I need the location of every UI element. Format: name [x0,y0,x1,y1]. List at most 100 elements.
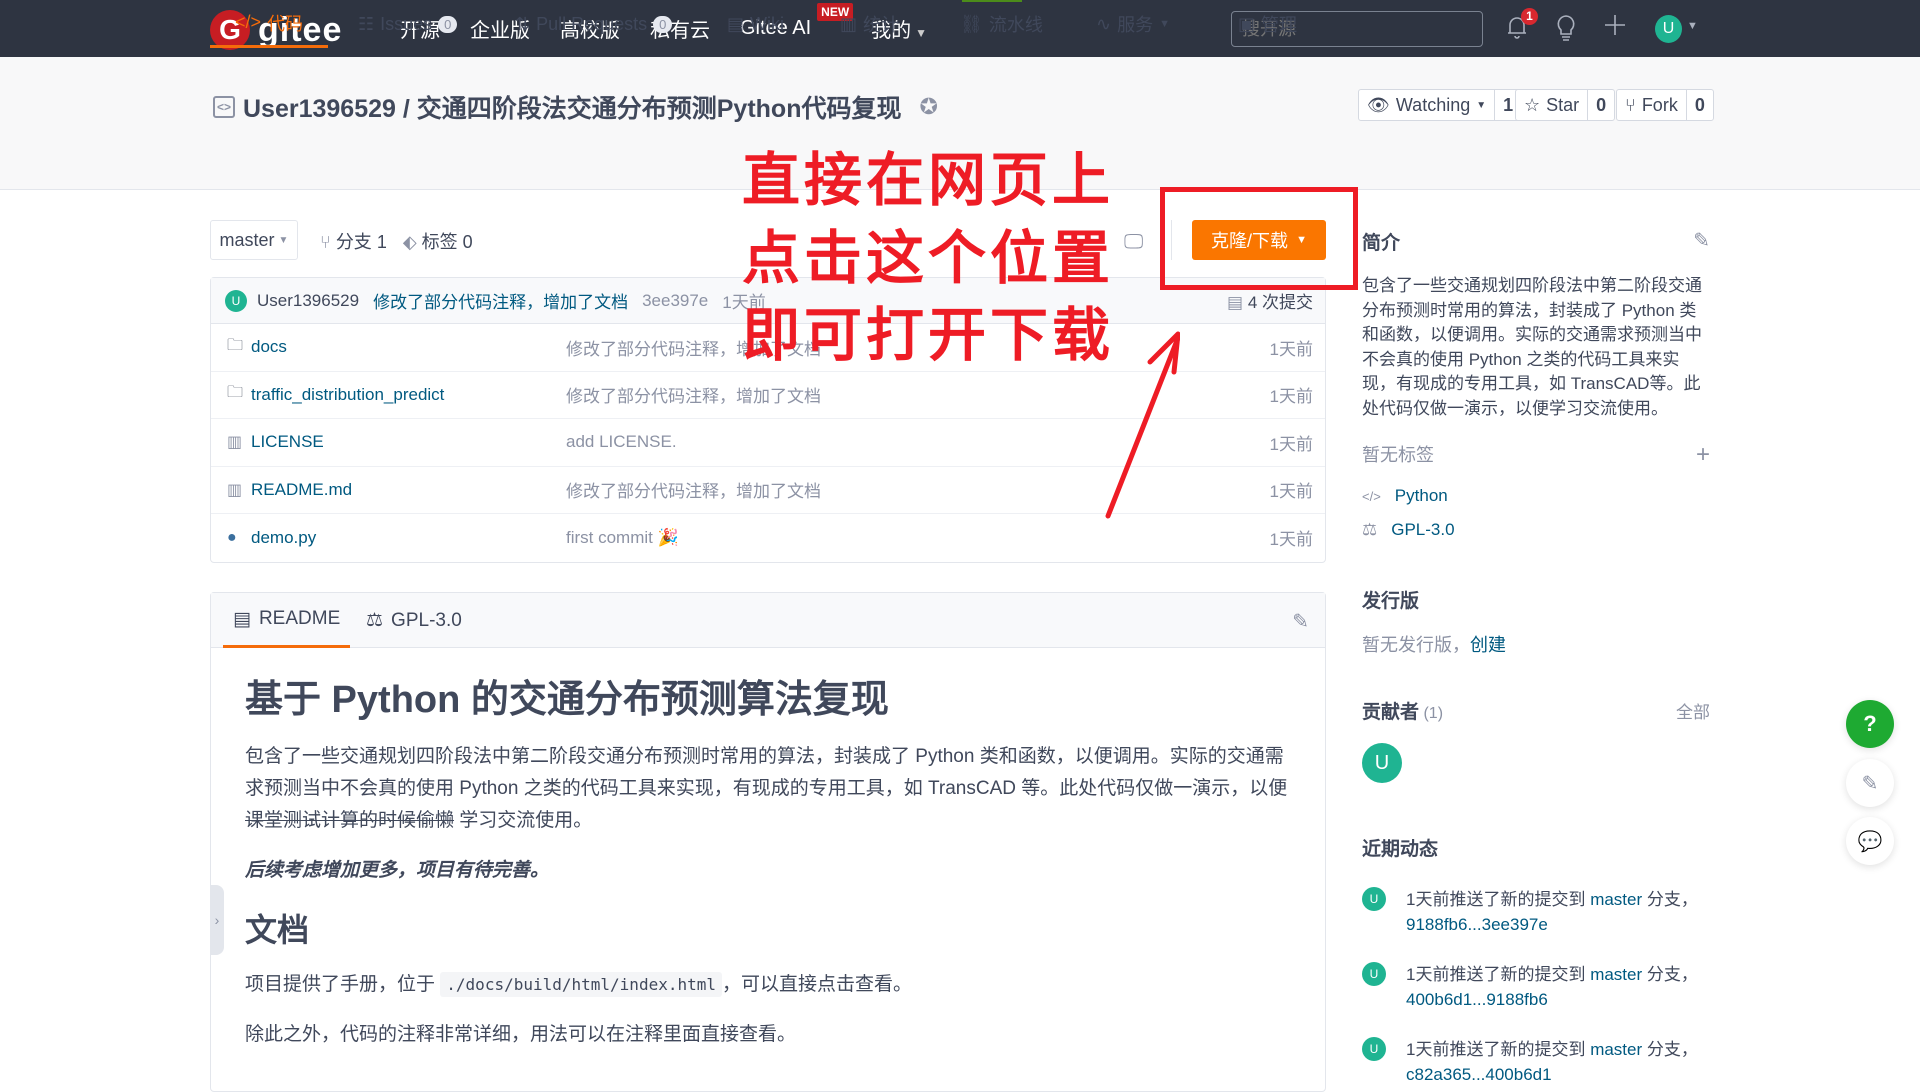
tab-pipeline[interactable]: ⛓ 流水线 [960,0,1043,48]
activity-item: U 1天前推送了新的提交到 master 分支， 400b6d1...9188fb… [1362,962,1710,1012]
stats-icon: ▥ [840,13,858,34]
intro-text: 包含了一些交通规划四阶段法中第二阶段交通分布预测时常用的算法，封装成了 Pyth… [1362,276,1702,418]
tab-license[interactable]: ⚖ GPL-3.0 [366,593,462,648]
contributors-title: 贡献者 [1362,702,1420,723]
activity-title: 近期动态 [1362,839,1439,860]
file-name[interactable]: README.md [251,480,352,500]
issues-icon: ☷ [358,13,375,34]
tab-services[interactable]: ∿ 服务 ▼ [1096,0,1170,48]
branch-select[interactable]: master ▼ [210,220,298,260]
activity-commit-range[interactable]: c82a365...400b6d1 [1406,1065,1552,1084]
scale-icon: ⚖ [366,610,384,631]
file-name[interactable]: traffic_distribution_predict [251,385,444,405]
user-avatar[interactable]: U [1655,15,1682,43]
watch-button[interactable]: 👁 Watching ▼ 1 [1358,89,1523,121]
commit-user[interactable]: User1396529 [257,291,359,311]
add-tag-icon[interactable]: + [1696,441,1710,469]
tab-issues[interactable]: ☷ Issues 0 [358,0,458,48]
wiki-icon: ▤ [727,13,745,34]
activity-avatar[interactable]: U [1362,887,1386,911]
chat-icon: 💬 [1857,830,1883,853]
award-icon[interactable]: ✪ [919,94,937,120]
activity-branch-link[interactable]: master [1590,965,1642,984]
sidebar-intro: 简介 ✎ [1362,228,1710,255]
edit-icon[interactable]: ✎ [1693,228,1710,253]
file-name[interactable]: LICENSE [251,432,324,452]
tags-label: 标签 0 [421,232,473,252]
annotation-line-1: 直接在网页上 [742,148,1115,213]
star-button[interactable]: ☆ Star 0 [1515,89,1616,121]
tab-stats[interactable]: ▥ 统计 [840,0,899,48]
manage-icon: ▣ [1238,13,1256,34]
tags-link[interactable]: ⬖ 标签 0 [403,228,473,254]
sidebar-toggle[interactable]: › [210,885,224,955]
contributor-avatar[interactable]: U [1362,743,1402,783]
activity-text: 分支， [1642,890,1698,909]
readme-section-docs: 文档 [245,912,310,948]
file-time: 1天前 [1269,434,1313,454]
file-commit-message[interactable]: first commit 🎉 [566,528,679,548]
contributors-all-link[interactable]: 全部 [1676,698,1710,723]
tab-wiki[interactable]: ▤ Wiki [727,0,784,48]
chat-button[interactable]: 💬 [1846,817,1894,865]
commit-avatar[interactable]: U [225,289,247,312]
feedback-button[interactable]: ✎ [1846,759,1894,807]
readme-tabs: ▤ README ⚖ GPL-3.0 ✎ [211,593,1325,648]
contributors-count: (1) [1423,705,1444,722]
activity-commit-range[interactable]: 400b6d1...9188fb6 [1406,990,1548,1009]
file-name[interactable]: docs [251,337,287,357]
folder-icon: 🗀 [227,336,244,354]
tab-readme[interactable]: ▤ README [223,593,351,648]
fork-icon: ⑂ [1625,94,1636,115]
help-button[interactable]: ? [1846,700,1894,748]
tab-code[interactable]: </> 代码 [210,0,328,48]
readme-paragraph: 包含了一些交通规划四阶段法中第二阶段交通分布预测时常用的算法，封装成了 Pyth… [245,741,1291,837]
branch-info: ⑂ 分支 1 ⬖ 标签 0 [320,228,473,254]
watch-label: Watching [1395,94,1471,115]
book-icon: ▥ [227,434,243,452]
activity-section: 近期动态 [1362,834,1710,861]
no-tags: 暂无标签 [1362,445,1434,465]
monitor-icon[interactable]: 🖵 [1124,231,1143,254]
repo-name[interactable]: User1396529 / 交通四阶段法交通分布预测Python代码复现 [243,89,901,125]
activity-avatar[interactable]: U [1362,1037,1386,1061]
tab-manage-label: 管理 [1261,15,1298,35]
code-icon: </> [1362,488,1381,504]
file-row[interactable]: ● demo.py first commit 🎉 1天前 [211,514,1325,562]
repo-code-icon: <> [213,96,235,118]
star-count[interactable]: 0 [1587,90,1614,120]
activity-commit-range[interactable]: 9188fb6...3ee397e [1406,915,1548,934]
avatar-caret-icon[interactable]: ▼ [1687,20,1698,32]
annotation-line-2: 点击这个位置 [742,226,1115,291]
file-commit-message[interactable]: 修改了部分代码注释，增加了文档 [566,382,821,407]
caret-down-icon: ▼ [1476,99,1487,111]
file-time: 1天前 [1269,387,1313,407]
tab-manage[interactable]: ▣ 管理 [1238,0,1297,48]
activity-branch-link[interactable]: master [1590,890,1642,909]
commit-hash[interactable]: 3ee397e [642,291,708,311]
activity-branch-link[interactable]: master [1590,1040,1642,1059]
edit-icon[interactable]: ✎ [1292,609,1309,634]
notification-badge: 1 [1521,8,1538,25]
tab-pull-requests[interactable]: ⇅ Pull Requests 0 [515,0,673,48]
activity-avatar[interactable]: U [1362,962,1386,986]
edit-note-icon: ✎ [1861,772,1879,795]
commit-count[interactable]: ▤ 4 次提交 [1227,288,1313,313]
fork-count[interactable]: 0 [1685,90,1713,120]
language-row: </> Python [1362,486,1710,506]
commit-count-label: 4 次提交 [1247,293,1313,312]
language-link[interactable]: Python [1395,486,1448,506]
lightbulb-icon[interactable] [1555,14,1577,48]
file-commit-message[interactable]: add LICENSE. [566,432,677,452]
commit-message[interactable]: 修改了部分代码注释，增加了文档 [373,288,628,313]
fork-button[interactable]: ⑂ Fork 0 [1616,89,1714,121]
inline-code: ./docs/build/html/index.html [440,972,722,997]
branches-link[interactable]: ⑂ 分支 1 [320,228,387,254]
create-release-link[interactable]: 创建 [1470,635,1506,655]
license-link[interactable]: GPL-3.0 [1391,520,1454,540]
plus-icon[interactable] [1604,14,1626,42]
file-name[interactable]: demo.py [251,528,316,548]
tab-license-label: GPL-3.0 [391,609,462,631]
pr-count: 0 [653,15,673,33]
file-commit-message[interactable]: 修改了部分代码注释，增加了文档 [566,477,821,502]
